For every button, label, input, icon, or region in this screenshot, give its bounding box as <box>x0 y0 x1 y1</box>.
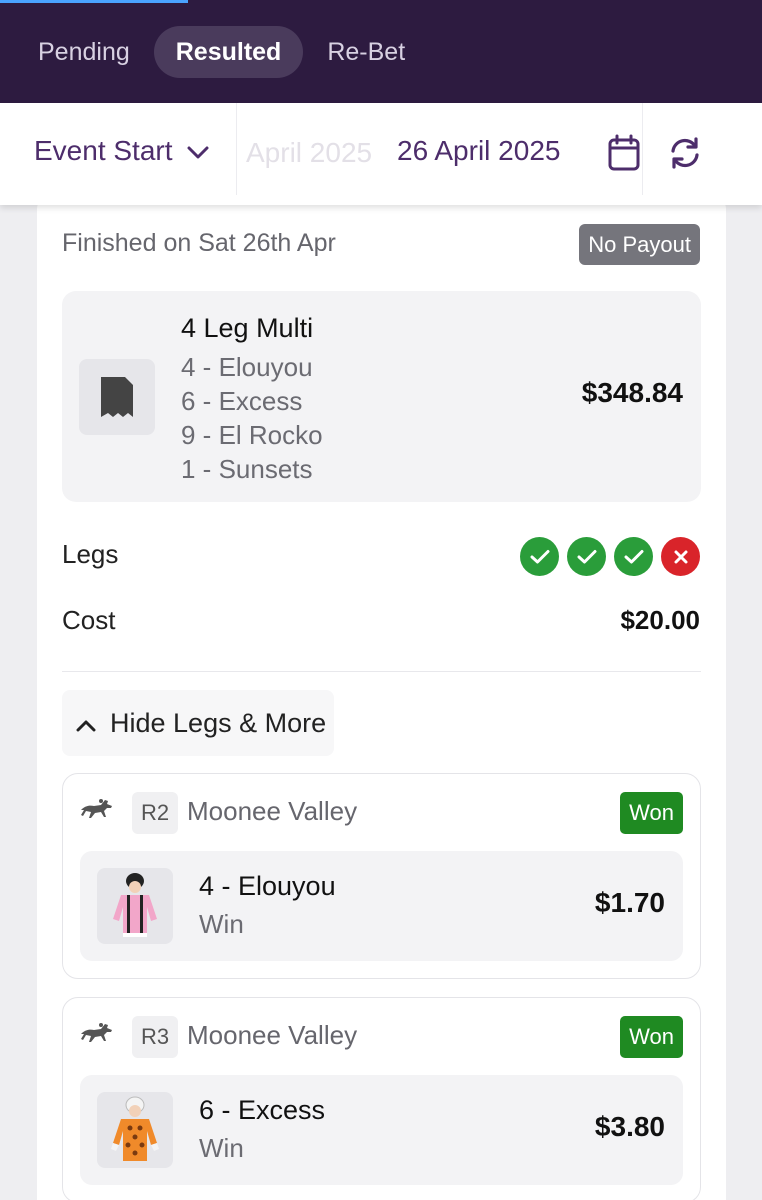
calendar-icon[interactable] <box>607 134 641 177</box>
venue-name: Moonee Valley <box>187 796 358 826</box>
tab-pending[interactable]: Pending <box>20 26 148 78</box>
check-icon <box>520 537 559 576</box>
multi-selection: 6 - Excess <box>181 386 303 416</box>
filter-bar: April 2025 Event Start 26 April 2025 <box>0 103 762 205</box>
receipt-icon <box>79 359 155 435</box>
bet-status-tabs: Pending Resulted Re-Bet <box>20 26 423 78</box>
loading-progress-bar <box>0 0 188 3</box>
tab-re-bet[interactable]: Re-Bet <box>309 26 423 78</box>
top-nav-bar: Pending Resulted Re-Bet <box>0 0 762 103</box>
check-icon <box>614 537 653 576</box>
bet-type: Win <box>199 909 244 939</box>
horse-racing-icon <box>79 1020 115 1049</box>
jockey-silk-icon <box>97 1092 173 1168</box>
chevron-up-icon <box>76 708 96 739</box>
payout-status-badge: No Payout <box>579 224 700 265</box>
multi-summary[interactable]: 4 Leg Multi 4 - Elouyou 6 - Excess 9 - E… <box>62 291 701 502</box>
runner-name: 4 - Elouyou <box>199 871 336 901</box>
cost-value: $20.00 <box>620 605 700 635</box>
odds-value: $1.70 <box>594 887 665 918</box>
ghost-divider <box>236 103 237 195</box>
leg-card[interactable]: R2 Moonee Valley Won 4 - Elouyou Win $1.… <box>62 773 701 979</box>
legs-label: Legs <box>62 539 119 569</box>
leg-results <box>520 537 700 576</box>
odds-value: $3.80 <box>594 1111 665 1142</box>
race-number-badge: R3 <box>132 1016 179 1058</box>
race-number-badge: R2 <box>132 792 179 834</box>
cross-icon <box>661 537 700 576</box>
selection-box: 6 - Excess Win $3.80 <box>80 1075 683 1185</box>
leg-status-badge: Won <box>620 792 683 834</box>
multi-selection: 4 - Elouyou <box>181 352 313 382</box>
bet-card: Finished on Sat 26th Apr No Payout 4 Leg… <box>37 195 726 1200</box>
check-icon <box>567 537 606 576</box>
divider <box>62 671 701 672</box>
potential-return: $348.84 <box>581 377 683 408</box>
bet-type: Win <box>199 1133 244 1163</box>
leg-card[interactable]: R3 Moonee Valley Won 6 - Excess Win $3.8… <box>62 997 701 1200</box>
multi-selection-list: 4 - Elouyou 6 - Excess 9 - El Rocko 1 - … <box>181 350 323 486</box>
sort-select-label: Event Start <box>34 135 173 166</box>
horse-racing-icon <box>79 796 115 825</box>
multi-title: 4 Leg Multi <box>181 313 314 343</box>
ghost-divider <box>642 103 643 195</box>
jockey-silk-icon <box>97 868 173 944</box>
hide-legs-label: Hide Legs & More <box>110 707 327 738</box>
finished-date: Finished on Sat 26th Apr <box>62 229 336 257</box>
tab-resulted[interactable]: Resulted <box>153 26 304 78</box>
refresh-icon[interactable] <box>668 136 702 175</box>
cost-label: Cost <box>62 605 116 635</box>
ghost-date-text: April 2025 <box>246 137 373 168</box>
multi-selection: 9 - El Rocko <box>181 420 323 450</box>
leg-status-badge: Won <box>620 1016 683 1058</box>
selected-date: 26 April 2025 <box>397 135 561 166</box>
chevron-down-icon <box>187 135 209 167</box>
sort-select[interactable]: Event Start <box>34 135 209 167</box>
hide-legs-button[interactable]: Hide Legs & More <box>62 690 335 756</box>
venue-name: Moonee Valley <box>187 1020 358 1050</box>
runner-name: 6 - Excess <box>199 1095 326 1125</box>
selection-box: 4 - Elouyou Win $1.70 <box>80 851 683 961</box>
multi-selection: 1 - Sunsets <box>181 454 313 484</box>
